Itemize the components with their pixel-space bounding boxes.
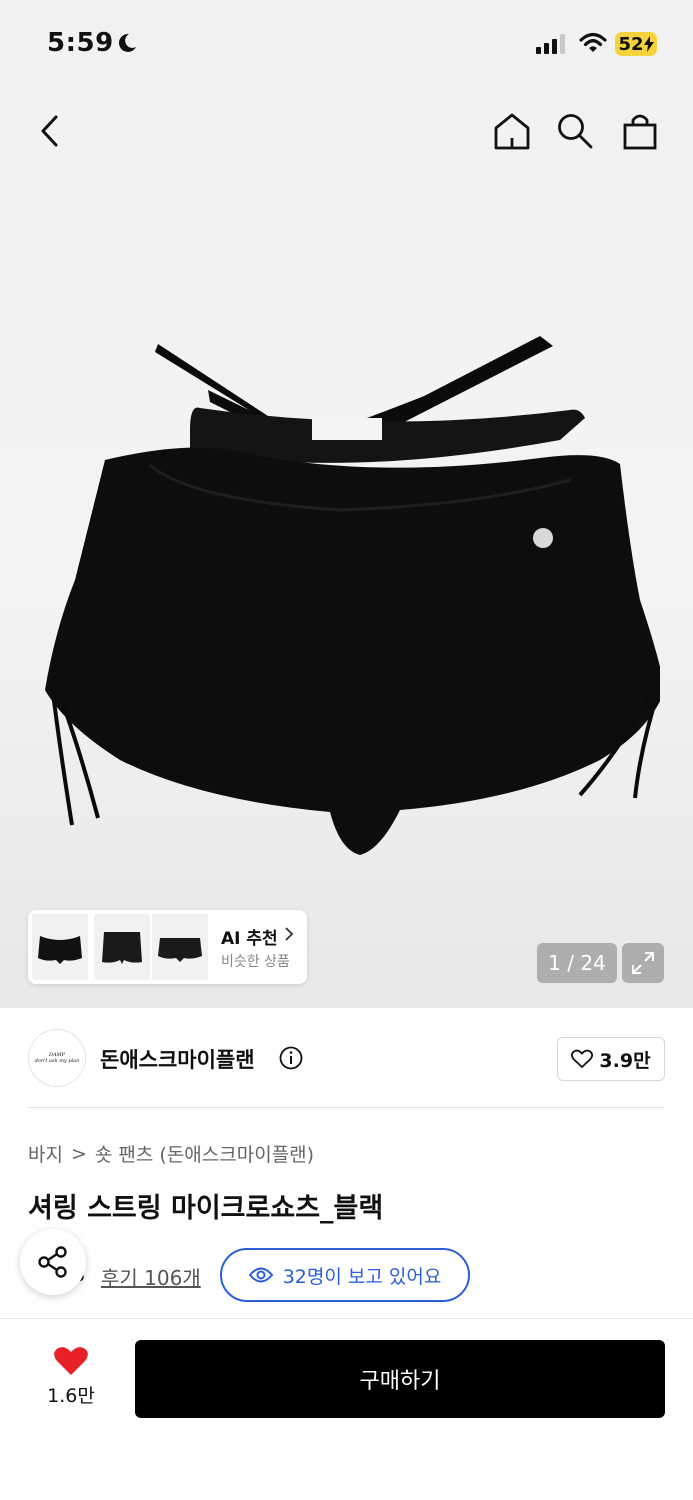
chevron-left-icon bbox=[41, 115, 58, 147]
heart-outline-icon bbox=[571, 1049, 594, 1069]
product-title: 셔링 스트링 마이크로쇼츠_블랙 bbox=[28, 1193, 384, 1224]
cart-button[interactable] bbox=[617, 108, 663, 154]
thumbnail-image bbox=[102, 932, 142, 964]
thumbnail-image bbox=[158, 938, 202, 962]
chevron-right-icon bbox=[285, 927, 294, 941]
thumbnail-3[interactable] bbox=[152, 914, 208, 980]
like-count: 1.6만 bbox=[47, 1385, 95, 1407]
signal-icon bbox=[536, 34, 565, 54]
divider bbox=[28, 1107, 665, 1108]
brand-like-button[interactable]: 3.9만 bbox=[557, 1037, 665, 1081]
like-button[interactable]: 1.6만 bbox=[40, 1345, 102, 1415]
eye-icon bbox=[248, 1267, 273, 1283]
brand-like-count: 3.9만 bbox=[599, 1049, 651, 1072]
heart-icon bbox=[54, 1347, 88, 1375]
battery-indicator: 52 bbox=[615, 32, 657, 56]
brand-logo-text: don't ask my plan bbox=[34, 1058, 80, 1064]
share-icon bbox=[38, 1246, 67, 1278]
info-icon[interactable] bbox=[279, 1046, 303, 1070]
ai-recommend-title[interactable]: AI 추천 bbox=[221, 924, 278, 949]
breadcrumb-separator: > bbox=[70, 1142, 87, 1165]
bottom-bar-divider bbox=[0, 1318, 693, 1319]
moon-icon bbox=[118, 33, 136, 52]
viewers-badge: 32명이 보고 있어요 bbox=[220, 1248, 470, 1302]
buy-button[interactable]: 구매하기 bbox=[135, 1340, 665, 1418]
breadcrumb-subcategory[interactable]: 숏 팬츠 (돈애스크마이플랜) bbox=[95, 1140, 314, 1167]
charging-bolt-icon bbox=[643, 36, 654, 52]
brand-name[interactable]: 돈애스크마이플랜 bbox=[100, 1044, 255, 1074]
thumbnail-2[interactable] bbox=[94, 914, 150, 980]
search-button[interactable] bbox=[552, 108, 598, 154]
thumbnail-image bbox=[38, 936, 82, 964]
expand-image-button[interactable] bbox=[622, 943, 664, 983]
status-time: 5:59 bbox=[47, 28, 114, 58]
shopping-bag-icon bbox=[623, 114, 657, 150]
search-icon bbox=[558, 114, 593, 149]
thumbnail-1[interactable] bbox=[32, 914, 88, 980]
product-image bbox=[45, 336, 660, 855]
home-icon bbox=[494, 113, 530, 150]
wifi-icon bbox=[579, 32, 607, 52]
battery-level: 52 bbox=[618, 33, 644, 55]
ai-recommend-subtitle: 비슷한 상품 bbox=[221, 954, 290, 970]
reviews-link[interactable]: 후기 106개 bbox=[101, 1262, 201, 1291]
breadcrumb-category[interactable]: 바지 bbox=[28, 1140, 63, 1167]
share-button[interactable] bbox=[20, 1229, 86, 1295]
back-button[interactable] bbox=[27, 108, 73, 154]
breadcrumb: 바지 > 숏 팬츠 (돈애스크마이플랜) bbox=[28, 1140, 314, 1167]
viewers-text: 32명이 보고 있어요 bbox=[282, 1265, 442, 1288]
home-button[interactable] bbox=[489, 108, 535, 154]
expand-icon bbox=[632, 952, 654, 974]
image-page-counter: 1 / 24 bbox=[537, 943, 617, 983]
brand-logo[interactable]: DAMP don't ask my plan bbox=[28, 1029, 86, 1087]
